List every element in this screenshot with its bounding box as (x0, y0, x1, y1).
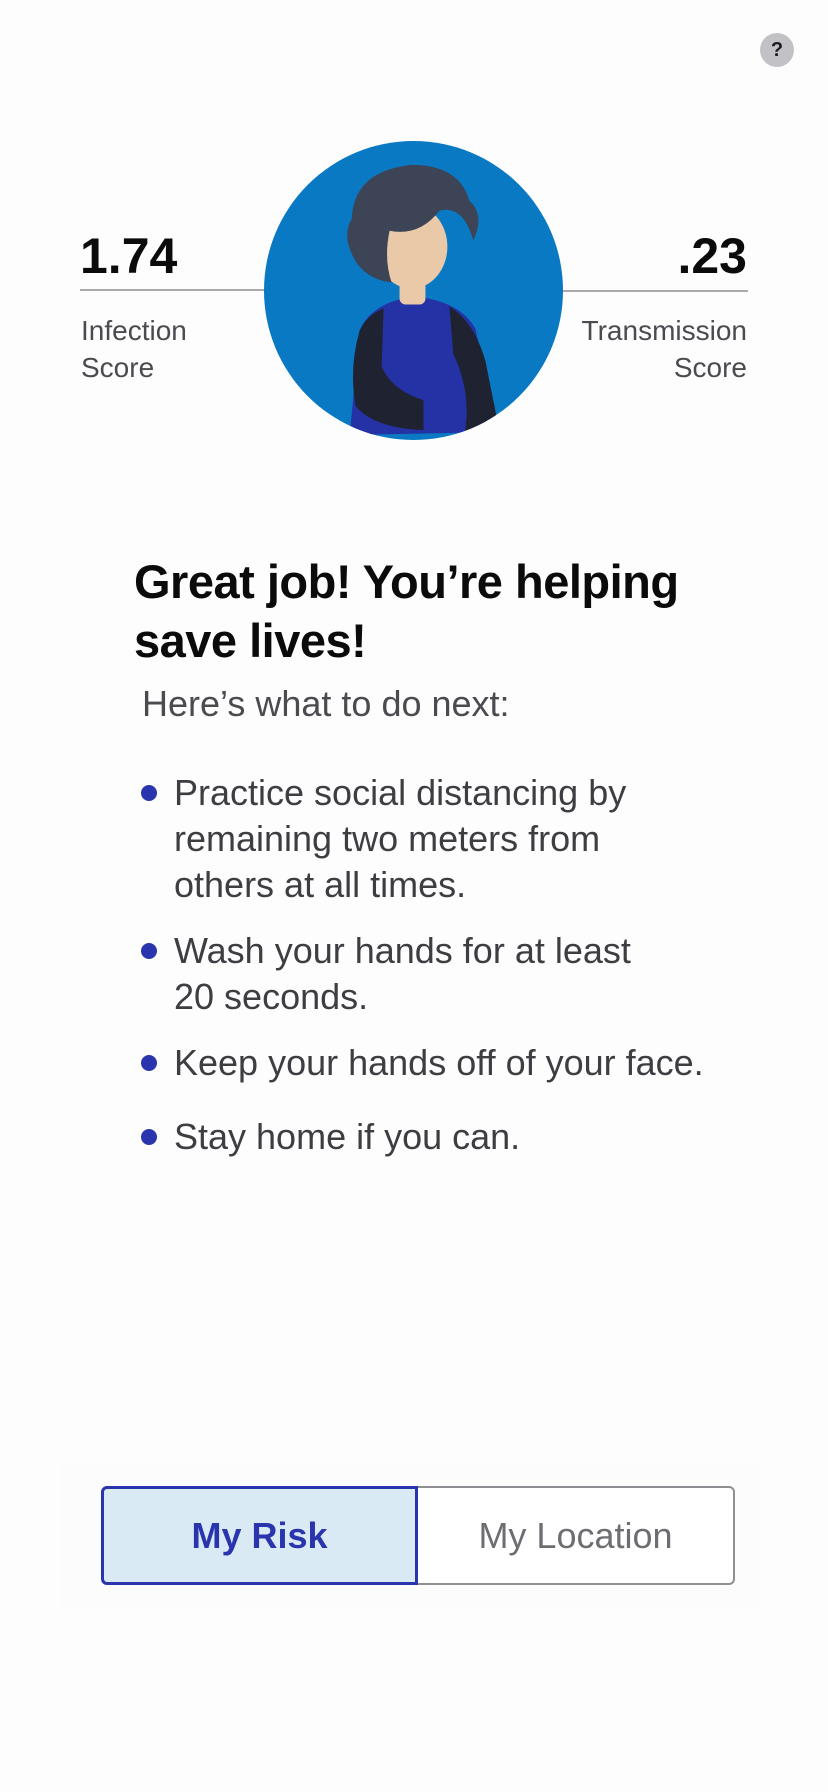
infection-score-divider (80, 289, 270, 291)
headline-line2: save lives! (134, 614, 367, 667)
tip-line: Practice social distancing by (174, 772, 627, 813)
infection-score-label: Infection Score (81, 312, 281, 386)
infection-score-label-line1: Infection (81, 315, 187, 346)
help-button[interactable]: ? (760, 33, 794, 67)
risk-screen: ? 1.74 Infection Score .23 Transmission … (0, 0, 828, 1792)
bullet-icon (141, 785, 157, 801)
tip-line: remaining two meters from (174, 818, 601, 859)
headline: Great job! You’re helping save lives! (134, 552, 734, 670)
tips-list: Practice social distancing by remaining … (141, 770, 761, 1160)
tip-line: others at all times. (174, 864, 467, 905)
infection-score-value: 1.74 (80, 228, 178, 284)
transmission-score-value: .23 (677, 228, 747, 284)
tip-line: Wash your hands for at least (174, 930, 631, 971)
bullet-icon (141, 1129, 157, 1145)
view-toggle: My Risk My Location (101, 1486, 735, 1585)
headline-line1: Great job! You’re helping (134, 555, 679, 608)
tip-line: Keep your hands off of your face. (174, 1042, 704, 1083)
bullet-icon (141, 1055, 157, 1071)
help-icon: ? (770, 38, 784, 61)
list-item: Stay home if you can. (141, 1114, 761, 1160)
list-item: Keep your hands off of your face. (141, 1040, 761, 1086)
tab-my-location[interactable]: My Location (418, 1486, 735, 1585)
subhead: Here’s what to do next: (142, 683, 510, 724)
list-item: Wash your hands for at least 20 seconds. (141, 928, 761, 1020)
transmission-score-divider (560, 290, 748, 292)
list-item: Practice social distancing by remaining … (141, 770, 761, 908)
person-avatar-icon (264, 141, 563, 440)
tab-my-risk[interactable]: My Risk (101, 1486, 418, 1585)
tip-line: 20 seconds. (174, 976, 369, 1017)
bullet-icon (141, 943, 157, 959)
infection-score-label-line2: Score (81, 352, 155, 383)
tip-line: Stay home if you can. (174, 1116, 521, 1157)
